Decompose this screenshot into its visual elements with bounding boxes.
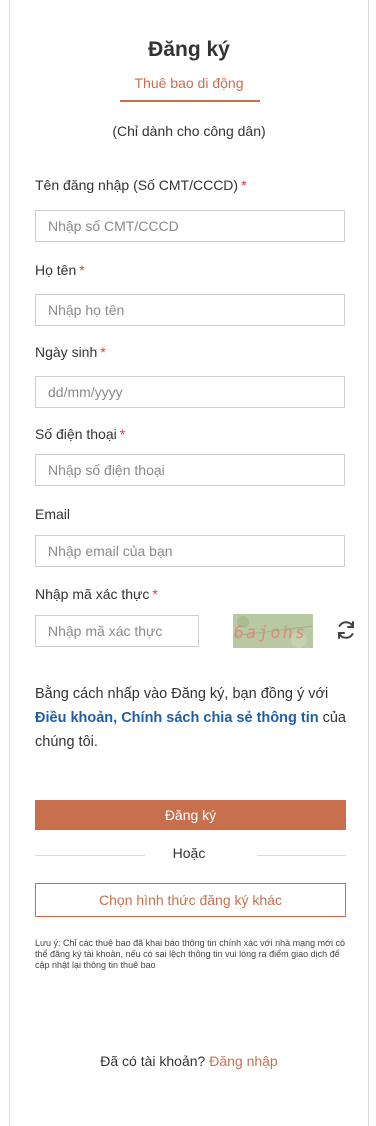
fullname-input[interactable] — [35, 294, 345, 326]
required-mark: * — [100, 344, 106, 360]
login-prompt: Đã có tài khoản? Đăng nhập — [100, 1053, 278, 1069]
phone-label: Số điện thoại * — [35, 426, 126, 442]
terms-link[interactable]: Điều khoản, Chính sách chia sẻ thông tin — [35, 710, 319, 726]
username-input[interactable] — [35, 210, 345, 242]
terms-consent: Bằng cách nhấp vào Đăng ký, bạn đồng ý v… — [35, 686, 347, 750]
register-button[interactable]: Đăng ký — [35, 800, 346, 830]
tab-underline — [120, 100, 260, 102]
required-mark: * — [79, 262, 85, 278]
other-method-button[interactable]: Chọn hình thức đăng ký khác — [35, 883, 346, 917]
birthday-input[interactable] — [35, 376, 345, 408]
page-title: Đăng ký — [148, 38, 230, 61]
refresh-icon[interactable] — [334, 618, 358, 642]
phone-input[interactable] — [35, 454, 345, 486]
required-mark: * — [241, 177, 247, 193]
birthday-label: Ngày sinh * — [35, 344, 106, 360]
register-panel: Đăng ký Thuê bao di động (Chỉ dành cho c… — [9, 0, 369, 1126]
captcha-text: 6ajohs — [233, 623, 308, 643]
required-mark: * — [119, 426, 126, 442]
fullname-label: Họ tên * — [35, 262, 85, 278]
username-label: Tên đăng nhập (Số CMT/CCCD) * — [35, 177, 247, 193]
citizen-note: (Chỉ dành cho công dân) — [112, 123, 266, 139]
or-divider-text: Hoặc — [172, 845, 206, 861]
login-link[interactable]: Đăng nhập — [209, 1053, 278, 1069]
captcha-label: Nhập mã xác thực * — [35, 586, 158, 602]
required-mark: * — [152, 586, 158, 602]
divider-right — [257, 855, 346, 856]
tab-mobile-subscriber[interactable]: Thuê bao di động — [10, 75, 368, 91]
disclaimer-note: Lưu ý: Chỉ các thuê bao đã khai báo thôn… — [35, 938, 346, 970]
captcha-image: 6ajohs — [233, 614, 313, 648]
captcha-input[interactable] — [35, 615, 199, 647]
email-input[interactable] — [35, 535, 345, 567]
email-label: Email — [35, 506, 71, 522]
